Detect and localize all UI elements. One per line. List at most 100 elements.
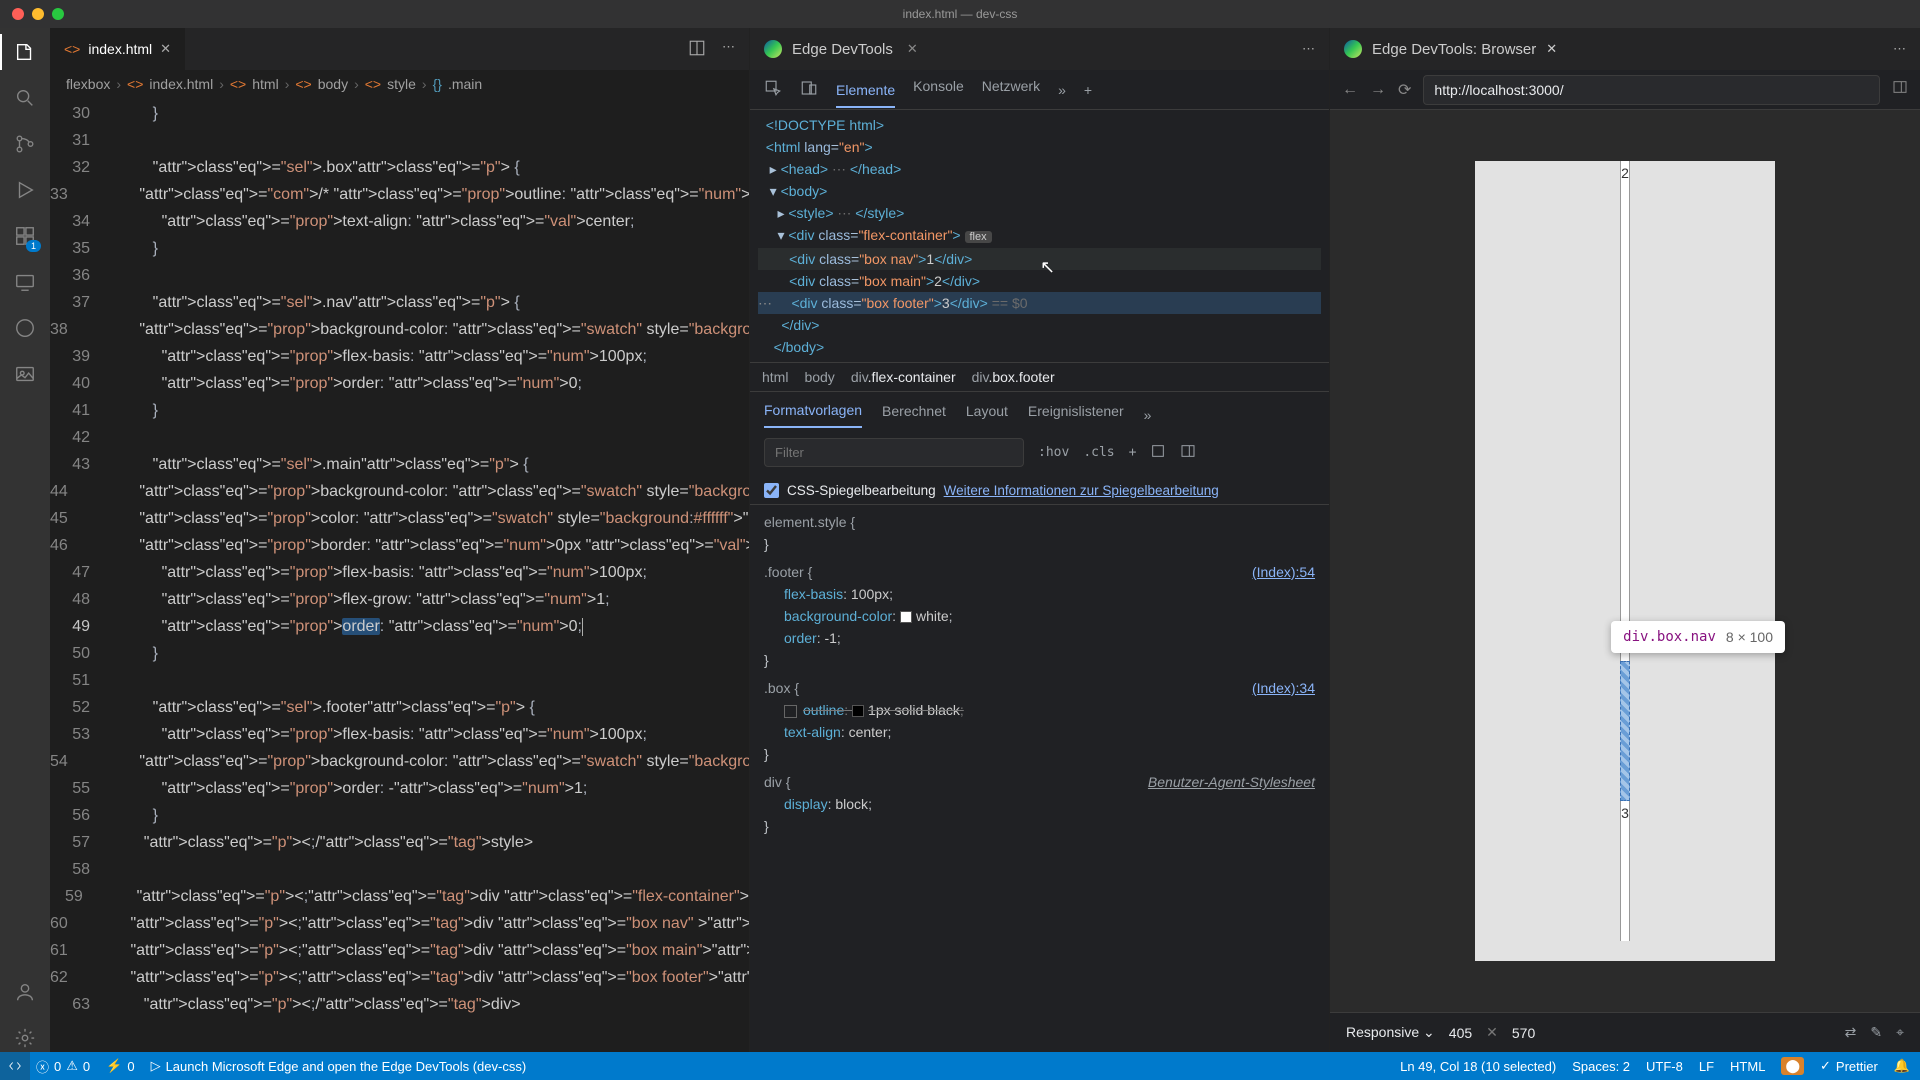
add-rule-icon[interactable]: + — [1129, 445, 1137, 460]
more-actions-icon[interactable]: ⋯ — [1302, 41, 1315, 56]
inspect-element-icon[interactable] — [764, 79, 782, 100]
maximize-window[interactable] — [52, 8, 64, 20]
eol[interactable]: LF — [1699, 1059, 1714, 1074]
devtools-toggle-icon[interactable] — [1892, 79, 1908, 100]
css-mirror-link[interactable]: Weitere Informationen zur Spiegelbearbei… — [944, 483, 1219, 498]
bc-2[interactable]: html — [252, 76, 278, 92]
bc-0[interactable]: flexbox — [66, 76, 110, 92]
remote-indicator[interactable] — [0, 1052, 30, 1080]
tab-berechnet[interactable]: Berechnet — [882, 403, 946, 427]
bc-4[interactable]: style — [387, 76, 416, 92]
tooltip-dimensions: 8 × 100 — [1726, 629, 1773, 645]
styles-filter-input[interactable] — [764, 438, 1024, 467]
encoding[interactable]: UTF-8 — [1646, 1059, 1683, 1074]
dom-breadcrumb[interactable]: html body div.flex-container div.box.foo… — [750, 362, 1329, 392]
split-editor-icon[interactable] — [688, 39, 706, 60]
css-mirror-checkbox[interactable] — [764, 483, 779, 498]
more-tabs-icon[interactable]: » — [1058, 82, 1066, 98]
bc-5[interactable]: .main — [448, 76, 482, 92]
crumb-html[interactable]: html — [762, 369, 788, 385]
code-icon: <> — [365, 76, 381, 92]
code-icon: <> — [295, 76, 311, 92]
devtools-tab[interactable]: Edge DevTools ✕ ⋯ — [750, 28, 1329, 70]
sidebar-toggle-icon[interactable] — [1180, 443, 1196, 463]
edge-status-icon[interactable]: ⬤ — [1781, 1057, 1804, 1075]
more-actions-icon[interactable]: ⋯ — [1893, 41, 1906, 56]
account-icon[interactable] — [11, 978, 39, 1006]
remote-explorer-icon[interactable] — [11, 268, 39, 296]
source-control-icon[interactable] — [11, 130, 39, 158]
devtools-toolbar: Elemente Konsole Netzwerk » + — [750, 70, 1329, 110]
tab-elemente[interactable]: Elemente — [836, 82, 895, 108]
viewport-height[interactable]: 570 — [1512, 1025, 1535, 1041]
close-tab-icon[interactable]: ✕ — [1546, 41, 1557, 57]
explorer-icon[interactable] — [11, 38, 39, 66]
browser-tab-title: Edge DevTools: Browser — [1372, 41, 1536, 58]
browser-toolbar: ← → ⟳ — [1330, 70, 1920, 110]
url-input[interactable] — [1423, 75, 1880, 105]
editor-tabs: <> index.html ✕ ⋯ — [50, 28, 749, 70]
editor-panel: <> index.html ✕ ⋯ flexbox› <>index.html›… — [50, 28, 750, 1052]
html-file-icon: <> — [64, 41, 80, 57]
edge-icon — [1344, 40, 1362, 58]
indentation[interactable]: Spaces: 2 — [1572, 1059, 1630, 1074]
language-mode[interactable]: HTML — [1730, 1059, 1765, 1074]
toggle-cls[interactable]: .cls — [1083, 445, 1114, 460]
browser-tab[interactable]: Edge DevTools: Browser ✕ ⋯ — [1330, 28, 1920, 70]
more-tabs-icon[interactable]: » — [1144, 407, 1152, 423]
bc-1[interactable]: index.html — [149, 76, 213, 92]
tab-layout[interactable]: Layout — [966, 403, 1008, 427]
tab-index-html[interactable]: <> index.html ✕ — [50, 28, 186, 70]
css-mirror-label: CSS-Spiegelbearbeitung — [787, 483, 936, 498]
activity-bar: 1 — [0, 28, 50, 1052]
edge-tools-icon[interactable] — [11, 314, 39, 342]
tab-netzwerk[interactable]: Netzwerk — [982, 78, 1040, 102]
add-tab-icon[interactable]: + — [1084, 82, 1092, 98]
run-debug-icon[interactable] — [11, 176, 39, 204]
crumb-body[interactable]: body — [804, 369, 834, 385]
back-icon[interactable]: ← — [1342, 81, 1358, 99]
viewport-width[interactable]: 405 — [1449, 1025, 1472, 1041]
status-bar: ⓧ 0 ⚠ 0 ⚡ 0 ▷ Launch Microsoft Edge and … — [0, 1052, 1920, 1080]
reload-icon[interactable]: ⟳ — [1398, 80, 1411, 100]
code-icon: <> — [230, 76, 246, 92]
search-icon[interactable] — [11, 84, 39, 112]
styles-body[interactable]: element.style {} .footer {(Index):54flex… — [750, 505, 1329, 1052]
rotate-icon[interactable]: ⇄ — [1845, 1024, 1857, 1041]
browser-panel: Edge DevTools: Browser ✕ ⋯ ← → ⟳ 2 div.b… — [1330, 28, 1920, 1052]
extensions-badge: 1 — [26, 240, 41, 252]
eyedropper-icon[interactable]: ✎ — [1870, 1024, 1882, 1041]
notifications-icon[interactable]: 🔔 — [1894, 1058, 1910, 1074]
bc-3[interactable]: body — [318, 76, 348, 92]
dom-tree[interactable]: <!DOCTYPE html> <html lang="en"> ▸ <head… — [750, 110, 1329, 362]
cursor-position[interactable]: Ln 49, Col 18 (10 selected) — [1400, 1059, 1556, 1074]
port-forward[interactable]: ⚡ 0 — [106, 1058, 134, 1074]
photo-icon[interactable] — [11, 360, 39, 388]
tab-formatvorlagen[interactable]: Formatvorlagen — [764, 402, 862, 428]
close-window[interactable] — [12, 8, 24, 20]
element-tooltip: div.box.nav 8 × 100 — [1611, 621, 1785, 653]
prettier-status[interactable]: ✓ Prettier — [1820, 1058, 1878, 1074]
tooltip-selector: div.box.nav — [1623, 629, 1716, 645]
toggle-hov[interactable]: :hov — [1038, 445, 1069, 460]
close-tab-icon[interactable]: ✕ — [907, 41, 918, 57]
breadcrumb[interactable]: flexbox› <>index.html› <>html› <>body› <… — [50, 70, 749, 98]
tab-konsole[interactable]: Konsole — [913, 78, 964, 102]
device-select[interactable]: Responsive ⌄ — [1346, 1024, 1435, 1041]
device-toggle-icon[interactable] — [800, 79, 818, 100]
rendered-page[interactable]: 2 div.box.nav 8 × 100 3 — [1475, 161, 1775, 961]
tab-ereignislistener[interactable]: Ereignislistener — [1028, 403, 1124, 427]
errors-count[interactable]: ⓧ 0 ⚠ 0 — [36, 1057, 90, 1076]
gear-icon[interactable] — [11, 1024, 39, 1052]
box-nav-highlighted — [1620, 661, 1630, 801]
more-actions-icon[interactable]: ⋯ — [722, 39, 735, 60]
extensions-icon[interactable]: 1 — [11, 222, 39, 250]
close-tab-icon[interactable]: ✕ — [160, 41, 171, 57]
computed-toggle-icon[interactable] — [1150, 443, 1166, 463]
titlebar: index.html — dev-css — [0, 0, 1920, 28]
locate-icon[interactable]: ⌖ — [1896, 1024, 1904, 1041]
forward-icon[interactable]: → — [1370, 81, 1386, 99]
launch-edge-button[interactable]: ▷ Launch Microsoft Edge and open the Edg… — [151, 1058, 527, 1074]
code-editor[interactable]: 30 }3132 "attr">class"eq">="sel">.box"at… — [50, 98, 749, 1052]
minimize-window[interactable] — [32, 8, 44, 20]
